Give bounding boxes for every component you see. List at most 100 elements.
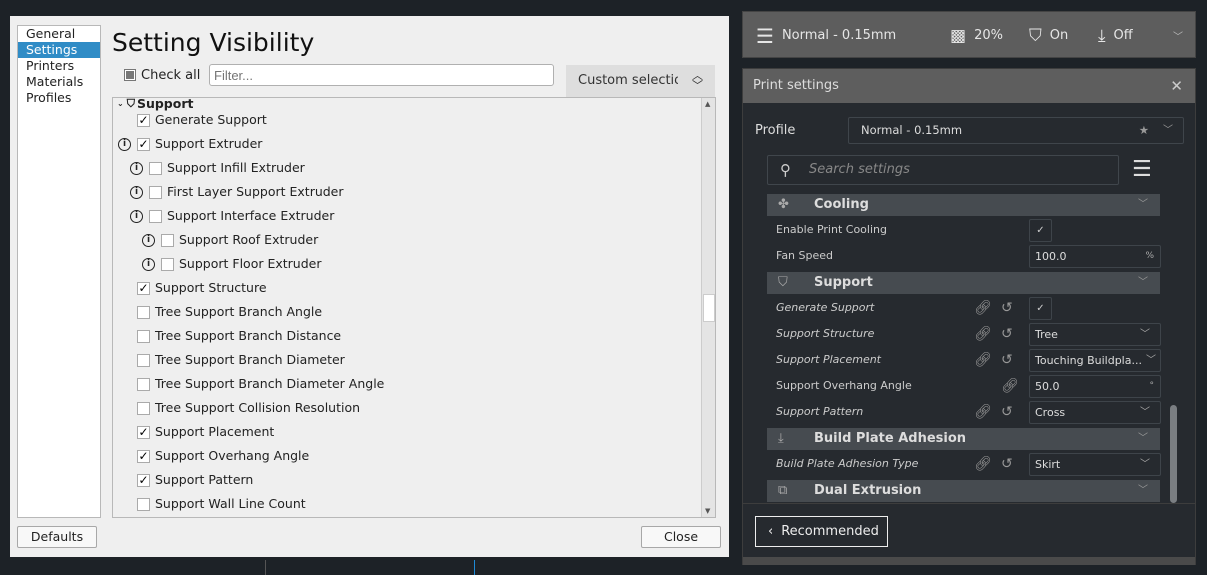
link-icon[interactable]: 🔗︎ <box>974 347 992 373</box>
chevron-down-icon[interactable]: ﹀ <box>1173 12 1183 59</box>
visibility-row[interactable]: ✓ Support Pattern <box>137 468 253 492</box>
visibility-row[interactable]: Support Wall Line Count <box>137 492 306 516</box>
visibility-row[interactable]: ✓ Support Placement <box>137 420 274 444</box>
settings-scrollbar[interactable] <box>1170 405 1177 503</box>
link-icon[interactable]: 🔗︎ <box>974 399 992 425</box>
info-icon[interactable]: i <box>130 162 143 175</box>
visibility-row[interactable]: Support Roof Extruder <box>161 228 318 252</box>
category-build-plate-adhesion[interactable]: ⤓ Build Plate Adhesion ﹀ <box>767 428 1160 450</box>
checkbox-unchecked[interactable] <box>149 161 162 175</box>
visibility-row[interactable]: ✓ Support Overhang Angle <box>137 444 309 468</box>
info-icon[interactable]: i <box>118 138 131 151</box>
scroll-down-icon[interactable]: ▼ <box>705 507 710 515</box>
info-icon[interactable]: i <box>142 234 155 247</box>
checkbox-unchecked[interactable] <box>137 401 150 415</box>
chevron-down-icon: ﹀ <box>1138 199 1148 210</box>
checkbox-checked[interactable]: ✓ <box>137 473 150 487</box>
adhesion-type-dropdown[interactable]: Skirt ﹀ <box>1029 453 1161 476</box>
enable-cooling-checkbox[interactable]: ✓ <box>1029 219 1052 242</box>
sliders-icon: ☰ <box>756 23 774 48</box>
generate-support-checkbox[interactable]: ✓ <box>1029 297 1052 320</box>
visibility-row[interactable]: ✓ Generate Support <box>137 108 267 132</box>
checkbox-checked[interactable]: ✓ <box>137 425 150 439</box>
star-icon[interactable]: ★ <box>1139 118 1149 143</box>
nav-item-printers[interactable]: Printers <box>18 58 100 74</box>
nav-item-profiles[interactable]: Profiles <box>18 90 100 106</box>
reset-icon[interactable]: ↺ <box>1001 451 1013 477</box>
search-settings-input[interactable]: ⚲ Search settings <box>767 155 1119 185</box>
checkbox-unchecked[interactable] <box>137 353 150 367</box>
list-scrollbar[interactable]: ▲ ▼ <box>701 98 715 517</box>
checkbox-unchecked[interactable] <box>149 209 162 223</box>
nav-item-settings[interactable]: Settings <box>18 42 100 58</box>
link-icon[interactable]: 🔗︎ <box>974 295 992 321</box>
visibility-row[interactable]: First Layer Support Extruder <box>149 180 344 204</box>
checkbox-unchecked[interactable] <box>137 305 150 319</box>
reset-icon[interactable]: ↺ <box>1001 295 1013 321</box>
page-title: Setting Visibility <box>112 28 315 57</box>
checkbox-checked[interactable]: ✓ <box>137 113 150 127</box>
fan-speed-input[interactable]: 100.0% <box>1029 245 1161 268</box>
checkbox-unchecked[interactable] <box>161 257 174 271</box>
support-placement-dropdown[interactable]: Touching Buildpla... ﹀ <box>1029 349 1161 372</box>
support-pattern-dropdown[interactable]: Cross ﹀ <box>1029 401 1161 424</box>
visibility-row[interactable]: Support Floor Extruder <box>161 252 321 276</box>
link-icon[interactable]: 🔗︎ <box>974 321 992 347</box>
setting-label: Support Pattern <box>776 405 864 418</box>
overhang-angle-input[interactable]: 50.0 ° <box>1029 375 1161 398</box>
scroll-up-icon[interactable]: ▲ <box>705 100 710 108</box>
checkbox-checked[interactable]: ✓ <box>137 449 150 463</box>
close-icon[interactable]: ✕ <box>1170 69 1183 103</box>
visibility-row[interactable]: Support Infill Extruder <box>149 156 305 180</box>
checkbox-checked[interactable]: ✓ <box>137 137 150 151</box>
visibility-row[interactable]: Tree Support Branch Distance <box>137 324 341 348</box>
link-icon[interactable]: 🔗︎ <box>1001 373 1019 399</box>
checkbox-unchecked[interactable] <box>149 185 162 199</box>
profile-dropdown[interactable]: Normal - 0.15mm ★ ﹀ <box>848 117 1184 144</box>
visibility-row[interactable]: Tree Support Branch Angle <box>137 300 322 324</box>
defaults-button[interactable]: Defaults <box>17 526 97 548</box>
visibility-row[interactable]: ✓ Support Structure <box>137 276 267 300</box>
preferences-dialog: General Settings Printers Materials Profiles… <box>10 16 729 557</box>
reset-icon[interactable]: ↺ <box>1001 399 1013 425</box>
checkbox-checked[interactable]: ✓ <box>137 281 150 295</box>
reset-icon[interactable]: ↺ <box>1001 347 1013 373</box>
support-icon: ⛉ <box>126 97 135 110</box>
visibility-row[interactable]: Tree Support Collision Resolution <box>137 396 360 420</box>
profile-label: Profile <box>755 123 796 138</box>
preferences-nav: General Settings Printers Materials Profiles <box>17 25 101 518</box>
filter-input[interactable] <box>209 64 554 86</box>
category-dual-extrusion[interactable]: ⧉ Dual Extrusion ﹀ <box>767 480 1160 502</box>
checkbox-unchecked[interactable] <box>161 233 174 247</box>
nav-item-materials[interactable]: Materials <box>18 74 100 90</box>
checkbox-unchecked[interactable] <box>137 329 150 343</box>
info-icon[interactable]: i <box>130 186 143 199</box>
category-cooling[interactable]: ✤ Cooling ﹀ <box>767 194 1160 216</box>
preset-dropdown[interactable]: Custom selection ︿﹀ <box>566 65 715 97</box>
visibility-row[interactable]: Tree Support Branch Diameter <box>137 348 345 372</box>
info-icon[interactable]: i <box>142 258 155 271</box>
info-icon[interactable]: i <box>130 210 143 223</box>
checkbox-unchecked[interactable] <box>137 497 150 511</box>
reset-icon[interactable]: ↺ <box>1001 321 1013 347</box>
scrollbar-thumb[interactable] <box>703 294 715 322</box>
visibility-row[interactable]: Tree Support Branch Diameter Angle <box>137 372 384 396</box>
check-all-checkbox[interactable]: Check all <box>124 66 200 84</box>
setting-label: Fan Speed <box>776 249 834 262</box>
category-support[interactable]: ⛉ Support ﹀ <box>767 272 1160 294</box>
link-icon[interactable]: 🔗︎ <box>974 451 992 477</box>
visibility-row[interactable]: Support Interface Extruder <box>149 204 334 228</box>
checkbox-unchecked[interactable] <box>137 377 150 391</box>
input-value: 100.0 <box>1035 250 1067 263</box>
row-label: Support Wall Line Count <box>155 496 306 511</box>
support-structure-dropdown[interactable]: Tree ﹀ <box>1029 323 1161 346</box>
recommended-button[interactable]: ‹ Recommended <box>755 516 888 547</box>
nav-item-general[interactable]: General <box>18 26 100 42</box>
print-setup-bar[interactable]: ☰ Normal - 0.15mm ▩ 20% ⛉ On ⤓ Off ﹀ <box>742 11 1196 58</box>
preset-value: Custom selection <box>578 73 678 88</box>
close-button[interactable]: Close <box>641 526 721 548</box>
menu-icon[interactable]: ☰ <box>1132 157 1152 182</box>
resize-handle[interactable] <box>743 557 1195 565</box>
visibility-row[interactable]: ✓ Support Extruder <box>137 132 262 156</box>
chevron-down-icon: ﹀ <box>1163 125 1173 136</box>
